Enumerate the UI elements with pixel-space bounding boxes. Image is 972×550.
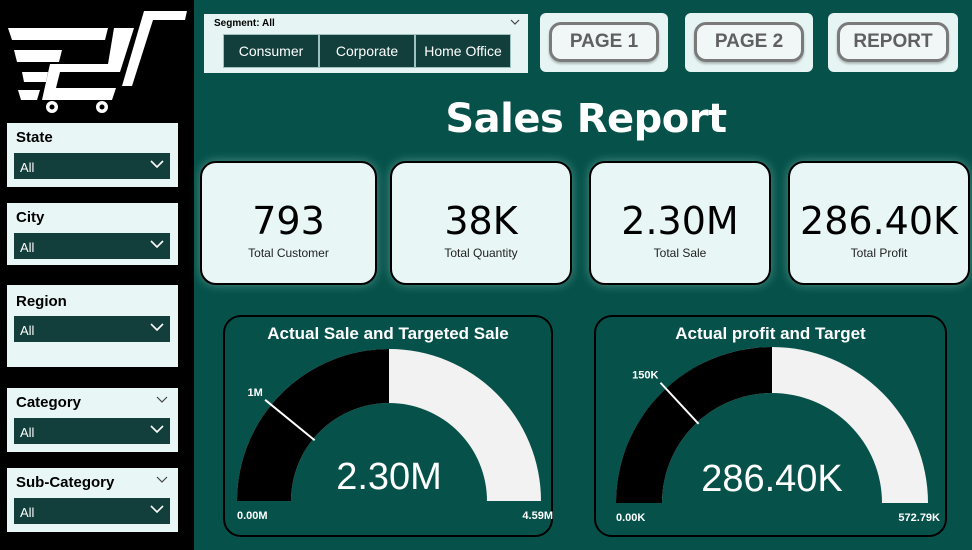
gauge-chart: 1M 2.30M 0.00M 4.59M [237, 349, 553, 522]
sub-category-dropdown-value: All [20, 505, 35, 520]
page2-button-label: PAGE 2 [694, 22, 804, 62]
kpi-label: Total Profit [850, 246, 908, 260]
gauge-target-label: 1M [247, 387, 262, 399]
filter-city: City All [7, 203, 178, 265]
city-dropdown[interactable]: All [14, 233, 170, 259]
filter-category-label: Category [16, 394, 82, 411]
gauge-min-label: 0.00K [616, 512, 645, 524]
sub-category-dropdown[interactable]: All [14, 498, 170, 524]
filter-region: Region All [7, 285, 178, 367]
page2-button[interactable]: PAGE 2 [685, 13, 813, 72]
gauge-max-label: 572.79K [898, 512, 940, 524]
chevron-down-small-icon[interactable] [156, 396, 168, 404]
kpi-value: 2.30M [621, 199, 739, 243]
state-dropdown[interactable]: All [14, 153, 170, 179]
segment-corporate-button[interactable]: Corporate [319, 34, 415, 68]
chevron-down-small-icon[interactable] [510, 19, 520, 26]
kpi-card-total-quantity: 38K Total Quantity [390, 161, 572, 285]
filter-sub-category-label: Sub-Category [16, 474, 115, 491]
kpi-label: Total Quantity [444, 246, 518, 260]
filter-city-label: City [16, 209, 45, 226]
chevron-down-small-icon[interactable] [156, 476, 168, 484]
segment-slicer: Segment: All Consumer Corporate Home Off… [204, 14, 528, 73]
page1-button[interactable]: PAGE 1 [540, 13, 668, 72]
chevron-down-icon [150, 505, 164, 514]
filter-region-label: Region [16, 293, 67, 310]
filter-state-label: State [16, 129, 53, 146]
filter-state: State All [7, 123, 178, 187]
kpi-value: 38K [444, 199, 518, 243]
category-dropdown[interactable]: All [14, 418, 170, 444]
filter-sub-category: Sub-Category All [7, 468, 178, 532]
gauge-chart: 150K 286.40K 0.00K 572.79K [616, 347, 940, 524]
sidebar: State All City All Region All Category A… [0, 0, 194, 550]
segment-slicer-label: Segment: All [214, 18, 275, 29]
kpi-card-total-profit: 286.40K Total Profit [788, 161, 970, 285]
page1-button-label: PAGE 1 [549, 22, 659, 62]
report-button[interactable]: REPORT [828, 13, 958, 72]
gauge-value: 286.40K [701, 458, 843, 500]
shopping-cart-logo-icon [8, 11, 187, 113]
kpi-card-total-customer: 793 Total Customer [200, 161, 377, 285]
segment-consumer-button[interactable]: Consumer [223, 34, 319, 68]
segment-home-office-button[interactable]: Home Office [415, 34, 511, 68]
kpi-label: Total Sale [653, 246, 707, 260]
kpi-label: Total Customer [248, 246, 329, 260]
state-dropdown-value: All [20, 160, 35, 175]
chevron-down-icon [150, 160, 164, 169]
gauge-value: 2.30M [336, 456, 442, 498]
page-title: Sales Report [445, 96, 727, 142]
chevron-down-icon [150, 425, 164, 434]
chevron-down-icon [150, 240, 164, 249]
kpi-value: 286.40K [800, 199, 958, 243]
kpi-value: 793 [252, 199, 325, 243]
city-dropdown-value: All [20, 240, 35, 255]
region-dropdown-value: All [20, 323, 35, 338]
chevron-down-icon [150, 323, 164, 332]
kpi-card-total-sale: 2.30M Total Sale [589, 161, 771, 285]
gauge-max-label: 4.59M [522, 510, 553, 522]
report-button-label: REPORT [837, 22, 949, 62]
gauge-target-label: 150K [632, 370, 658, 382]
gauge-min-label: 0.00M [237, 510, 268, 522]
filter-category: Category All [7, 388, 178, 452]
gauge-card-sales: Actual Sale and Targeted Sale 1M 2.30M 0… [223, 315, 553, 537]
region-dropdown[interactable]: All [14, 316, 170, 342]
category-dropdown-value: All [20, 425, 35, 440]
gauge-card-profit: Actual profit and Target 150K 286.40K 0.… [594, 315, 947, 537]
